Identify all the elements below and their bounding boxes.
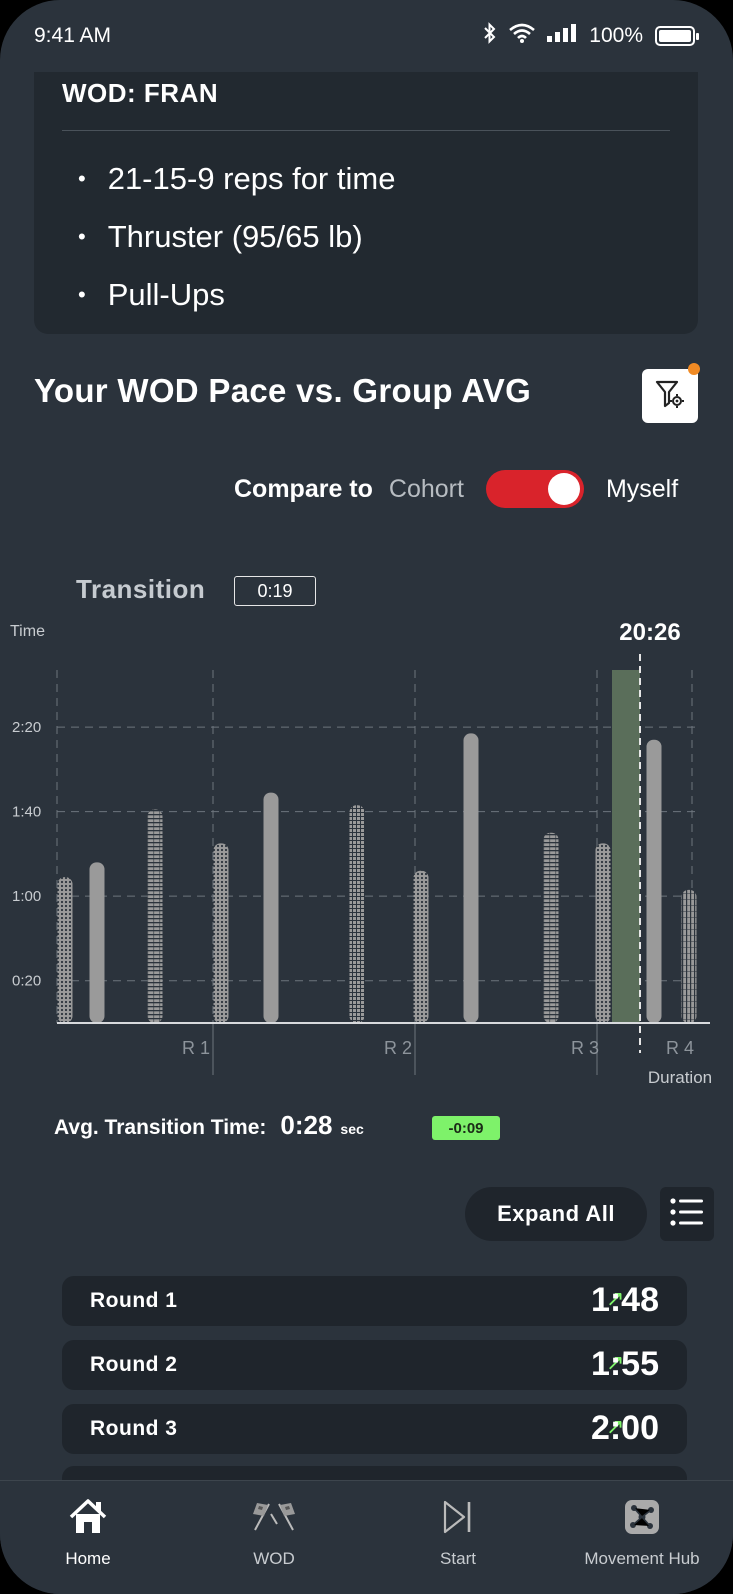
compare-toggle[interactable] [485,470,584,508]
battery-percent: 100% [589,24,643,47]
chart-bar [89,862,105,1023]
wod-item: 21-15-9 reps for time [78,150,396,208]
round-row-3[interactable]: Round 3 ↗ 2:00 [62,1404,687,1454]
x-axis-label: Duration [648,1068,712,1087]
nav-label: Home [65,1549,111,1568]
chart-bar [595,843,611,1023]
chart-bar [646,739,662,1023]
round-time: 1:55 [590,1345,659,1383]
wod-item: Thruster (95/65 lb) [78,208,395,266]
notification-dot [688,363,700,375]
wod-item: Pull-Ups [78,266,395,324]
round-name: Round 1 [90,1289,178,1312]
chart-bar [213,843,229,1023]
round-label: R 4 [666,1038,694,1058]
home-icon [8,1495,168,1539]
signal-icon [547,24,577,48]
status-bar: 9:41 AM 100% [0,0,733,72]
round-label: R 3 [571,1038,599,1058]
avg-transition-label: Avg. Transition Time: [54,1116,267,1139]
chart-bar [263,792,279,1023]
round-row-2[interactable]: Round 2 ↗ 1:55 [62,1340,687,1390]
wifi-icon [509,23,536,49]
phone-screen: 9:41 AM 100% WOD: FRAN 21-15-9 reps for … [0,0,733,1594]
wod-card: WOD: FRAN 21-15-9 reps for time Thruster… [34,72,698,334]
chart-bar [147,809,163,1023]
nav-label: Movement Hub [584,1549,700,1568]
filter-settings-button[interactable] [642,369,698,423]
compare-label: Compare to [234,474,373,503]
battery-icon [655,26,699,46]
y-axis-label: Time [10,623,45,640]
chart-bar [349,805,365,1023]
round-time: 2:00 [590,1409,659,1447]
chart-bar [463,733,479,1023]
nav-wod[interactable]: WOD [194,1495,354,1569]
toggle-knob [547,473,580,505]
avg-transition-value: 0:28 [280,1110,333,1140]
duration-marker-label: 20:26 [619,620,680,646]
transition-badge: 0:19 [234,576,316,606]
nav-start[interactable]: Start [378,1495,538,1569]
compare-option-cohort[interactable]: Cohort [389,475,464,504]
round-name: Round 3 [90,1417,178,1440]
y-tick-label: 2:20 [12,719,41,736]
checkered-flags-icon [194,1495,354,1539]
chart-bar [681,889,697,1023]
divider [62,130,670,131]
status-time: 9:41 AM [34,24,112,47]
bluetooth-icon [483,22,497,50]
wod-title: WOD: FRAN [62,78,219,108]
avg-transition-row: Avg. Transition Time: 0:28 sec [54,1110,364,1141]
filter-gear-icon [655,379,685,414]
avg-transition-delta: -0:09 [432,1116,500,1140]
bottom-nav: Home WOD Start Movement Hub [0,1480,733,1594]
round-time: 1:48 [590,1281,659,1319]
pace-title: Your WOD Pace vs. Group AVG [34,372,532,409]
nav-label: Start [440,1549,476,1568]
nav-label: WOD [253,1549,295,1568]
list-icon [670,1197,704,1232]
round-row-1[interactable]: Round 1 ↗ 1:48 [62,1276,687,1326]
chart-bar [57,877,73,1023]
round-name: Round 2 [90,1353,178,1376]
molecule-icon [562,1495,722,1539]
expand-all-button[interactable]: Expand All [465,1187,647,1241]
round-label: R 2 [384,1038,412,1058]
compare-option-myself[interactable]: Myself [606,475,678,504]
chart-bar [413,870,429,1023]
list-view-button[interactable] [660,1187,714,1241]
chart-bar-highlight [612,670,640,1023]
round-label: R 1 [182,1038,210,1058]
nav-home[interactable]: Home [8,1495,168,1569]
y-tick-label: 1:40 [12,804,41,821]
y-tick-label: 0:20 [12,973,41,990]
y-tick-label: 1:00 [12,888,41,905]
chart-bar [543,832,559,1023]
pace-chart: Time 0:201:001:402:20R 1R 2R 3R 4 20:26 … [10,620,712,1087]
chart-bars [57,654,710,1053]
nav-movement-hub[interactable]: Movement Hub [562,1495,722,1569]
avg-transition-unit: sec [340,1121,364,1137]
wod-list: 21-15-9 reps for time Thruster (95/65 lb… [78,150,396,324]
skip-forward-icon [378,1495,538,1539]
compare-row: Compare to Cohort Myself [234,470,678,508]
transition-label: Transition [76,574,206,604]
